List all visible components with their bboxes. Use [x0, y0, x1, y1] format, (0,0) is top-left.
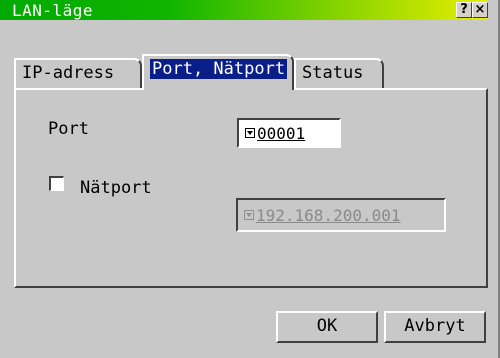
ok-button[interactable]: OK	[276, 311, 378, 343]
tab-port-netport[interactable]: Port, Nätport	[142, 54, 294, 90]
help-button[interactable]: ?	[456, 2, 472, 18]
dropdown-arrow-icon	[244, 210, 254, 220]
title-bar[interactable]: LAN-läge ? ×	[0, 0, 488, 20]
window-title: LAN-läge	[12, 1, 94, 20]
netport-ip-select: 192.168.200.001	[236, 198, 446, 232]
netport-checkbox[interactable]	[49, 176, 64, 191]
tab-ip-address-label: IP-adress	[22, 63, 115, 83]
tab-status[interactable]: Status	[294, 58, 384, 88]
lan-mode-dialog: LAN-läge ? × IP-adress Port, Nätport Sta…	[0, 0, 500, 358]
dropdown-arrow-icon[interactable]	[245, 128, 255, 138]
port-select[interactable]: 00001	[237, 118, 341, 148]
netport-label[interactable]: Nätport	[80, 178, 152, 198]
port-label: Port	[48, 119, 89, 139]
tab-status-label: Status	[302, 63, 364, 83]
close-button[interactable]: ×	[472, 2, 488, 18]
netport-ip-value: 192.168.200.001	[256, 206, 401, 225]
port-value: 00001	[257, 124, 306, 143]
tab-port-netport-label: Port, Nätport	[150, 59, 288, 79]
cancel-button[interactable]: Avbryt	[384, 311, 486, 343]
tab-ip-address[interactable]: IP-adress	[14, 58, 142, 88]
